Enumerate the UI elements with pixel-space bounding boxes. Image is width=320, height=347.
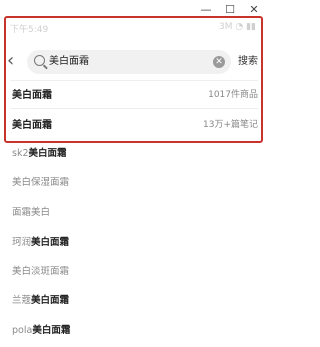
highlight-box: [4, 16, 263, 143]
history-item[interactable]: 珂润美白面霜: [12, 234, 69, 252]
history-item[interactable]: 美白保湿面霜: [12, 174, 69, 192]
history-item[interactable]: 兰蔻美白面霜: [12, 292, 69, 310]
history-item[interactable]: sk2美白面霜: [12, 145, 67, 163]
history-item[interactable]: pola美白面霜: [12, 322, 70, 340]
history-item[interactable]: 美白淡斑面霜: [12, 263, 69, 281]
history-item[interactable]: 面霜美白: [12, 204, 50, 222]
